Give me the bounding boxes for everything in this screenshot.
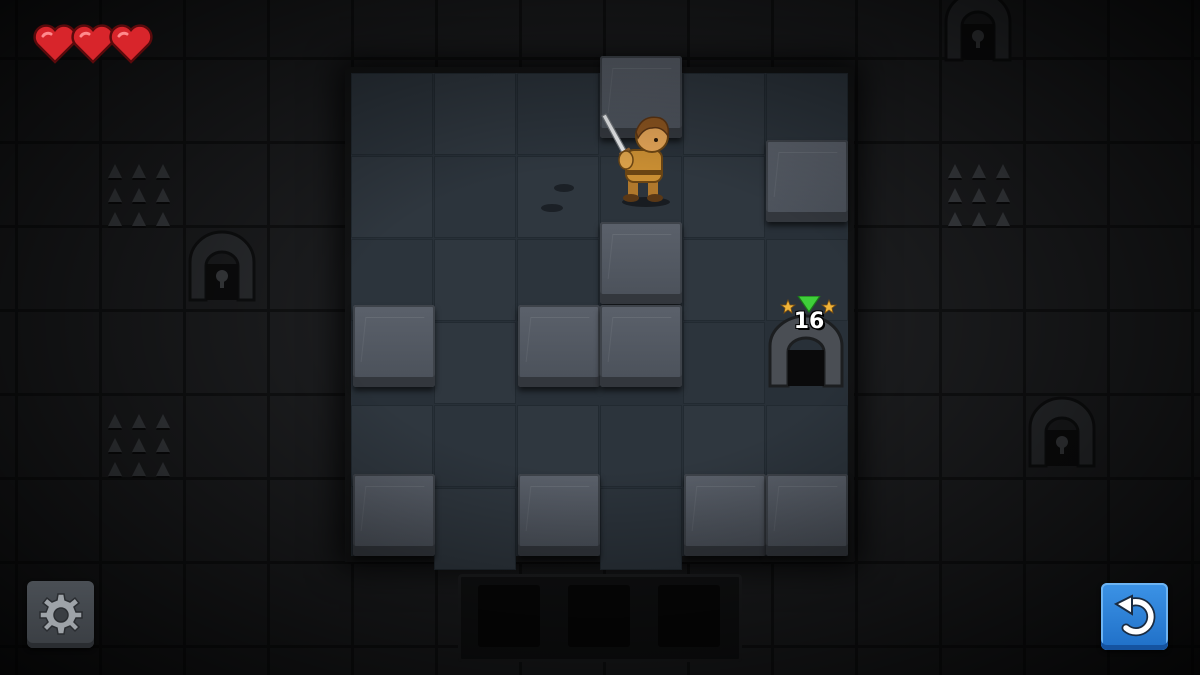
stone-block xyxy=(766,140,848,222)
door-slot xyxy=(658,585,720,647)
door-slot xyxy=(568,585,630,647)
spike-trap xyxy=(104,410,174,480)
spike-trap xyxy=(944,160,1014,230)
settings-button[interactable] xyxy=(27,581,94,648)
undo-button[interactable] xyxy=(1101,583,1168,650)
stone-block xyxy=(353,474,435,556)
stone-block xyxy=(684,474,766,556)
stone-block xyxy=(600,222,682,304)
moves-remaining-counter: 16 xyxy=(793,309,825,334)
stone-block xyxy=(766,474,848,556)
hero-swordsman[interactable] xyxy=(598,110,684,210)
locked-door-icon xyxy=(1028,396,1096,468)
door-slot xyxy=(478,585,540,647)
locked-door-icon xyxy=(944,0,1012,62)
floor-stain xyxy=(541,184,574,212)
heart-icon xyxy=(109,24,153,64)
door-frame xyxy=(458,574,742,662)
stone-block xyxy=(353,305,435,387)
stone-block xyxy=(518,474,600,556)
gear-icon xyxy=(38,592,83,635)
locked-door-icon xyxy=(188,230,256,302)
lives-display xyxy=(32,20,153,66)
undo-icon xyxy=(1113,593,1155,636)
stone-block xyxy=(600,305,682,387)
stone-block xyxy=(518,305,600,387)
spike-trap xyxy=(104,160,174,230)
